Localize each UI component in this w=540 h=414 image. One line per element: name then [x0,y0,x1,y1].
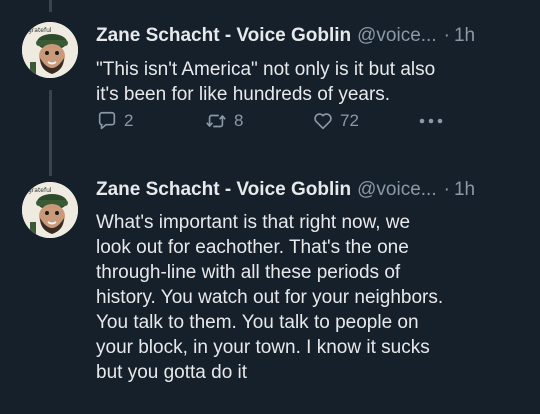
user-handle[interactable]: @voice... [357,25,436,47]
display-name[interactable]: Zane Schacht - Voice Goblin [96,25,351,47]
retweet-icon [206,114,226,128]
avatar[interactable]: grateful [22,182,78,238]
reply-icon [98,111,116,130]
like-button[interactable]: 72 [312,108,359,134]
retweet-button[interactable]: 8 [204,108,243,134]
tweet-header: Zane Schacht - Voice Goblin @voice... · … [96,176,526,204]
reply-button[interactable]: 2 [96,108,133,134]
user-handle[interactable]: @voice... [357,179,436,201]
display-name[interactable]: Zane Schacht - Voice Goblin [96,179,351,201]
tweet[interactable]: grateful Zane Schacht - Voice Goblin @vo… [0,22,540,152]
timestamp[interactable]: 1h [454,179,475,201]
heart-icon [314,113,332,130]
avatar[interactable]: grateful [22,22,78,78]
timestamp[interactable]: 1h [454,25,475,47]
like-count: 72 [340,111,359,130]
more-dots-icon [419,118,443,124]
tweet-actions: 2 8 72 [96,108,476,134]
avatar-label: grateful [28,27,52,34]
retweet-count: 8 [234,111,244,130]
tweet[interactable]: grateful Zane Schacht - Voice Goblin @vo… [0,176,540,414]
separator-dot: · [443,25,450,46]
tweet-text: What's important is that right now, we l… [96,212,444,383]
tweet-text: "This isn't America" not only is it but … [96,59,436,105]
avatar-label: grateful [28,187,52,194]
thread-connector-top [49,0,52,12]
more-options-button[interactable] [418,108,444,134]
reply-count: 2 [124,111,134,130]
tweet-header: Zane Schacht - Voice Goblin @voice... · … [96,22,526,50]
separator-dot: · [443,179,450,200]
